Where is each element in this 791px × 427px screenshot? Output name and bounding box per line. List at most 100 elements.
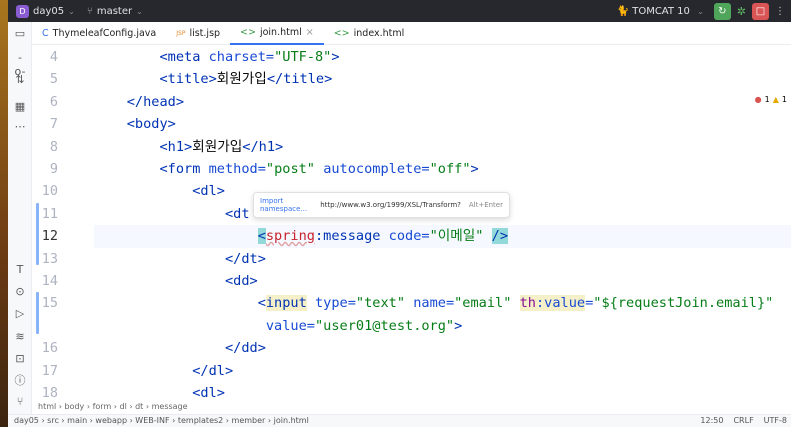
caret-position[interactable]: 12:50 (700, 415, 723, 427)
code-token: 회원가입 (216, 71, 267, 88)
error-count: 1 (764, 95, 770, 104)
tab-label: index.html (353, 28, 405, 39)
rerun-button[interactable]: ↻ (713, 2, 731, 20)
breadcrumb[interactable]: html › body › form › dl › dt › message (32, 400, 791, 414)
code-line[interactable]: value="user01@test.org"> (94, 315, 791, 337)
code-token: </title> (266, 71, 333, 88)
line-ending[interactable]: CRLF (733, 415, 753, 427)
warning-icon: ▲ (772, 95, 779, 104)
inspection-widget[interactable]: ● 1 ▲ 1 (755, 95, 787, 104)
code-token: <dd> (224, 273, 258, 289)
chevron-down-icon: ⌄ (68, 6, 75, 16)
structure-icon[interactable]: ▦ (13, 100, 27, 114)
code-token: "off" (429, 161, 471, 177)
desktop-background (0, 0, 8, 427)
commit-icon[interactable]: -o- (13, 51, 27, 78)
line-number: 17 (41, 362, 58, 379)
code-line[interactable]: </head> (94, 91, 791, 113)
run-icon[interactable]: ⊙ (13, 285, 27, 299)
code-token: <dl> (192, 385, 225, 400)
pull-requests-icon[interactable]: ⇅ (13, 73, 27, 87)
tab-label: list.jsp (189, 28, 221, 39)
tab-join-html[interactable]: <> join.html × (230, 22, 324, 45)
branch-selector[interactable]: ⑂ master ⌄ (87, 6, 147, 17)
html-icon: <> (240, 27, 256, 38)
tab-list-jsp[interactable]: JSP list.jsp (166, 22, 230, 45)
code-line[interactable]: <dd> (94, 270, 791, 292)
error-icon: ● (754, 95, 762, 104)
debug-button[interactable]: ✲ (737, 5, 746, 18)
git-icon[interactable]: ⑂ (13, 395, 27, 409)
code-token: :message (314, 228, 389, 245)
code-line[interactable]: </dl> (94, 360, 791, 382)
code-token: > (454, 317, 463, 334)
stop-button[interactable]: □ (752, 2, 769, 20)
code-token: "${requestJoin.email}" (593, 295, 774, 312)
code-token: autocomplete= (323, 161, 430, 177)
layers-icon[interactable]: ≋ (13, 330, 27, 344)
code-token: "email" (454, 295, 520, 312)
problems-icon[interactable]: ⓘ (13, 374, 27, 388)
code-token: "user01@test.org" (314, 317, 455, 334)
code-token: <dl> (192, 183, 225, 200)
chevron-down-icon: ⌄ (136, 6, 143, 16)
code-token: spring (265, 228, 315, 245)
code-token: charset= (208, 49, 275, 65)
code-line[interactable]: </dt> (94, 248, 791, 270)
run-config-name: TOMCAT 10 (632, 5, 690, 17)
code-token: </head> (126, 93, 185, 110)
code-token: input (265, 295, 307, 312)
code-line[interactable]: <h1>회원가입</h1> (94, 136, 791, 158)
terminal-icon[interactable]: ⊡ (13, 352, 27, 366)
build-icon[interactable]: T (13, 263, 27, 277)
run-config-selector[interactable]: 🐈 TOMCAT 10 ⌄ (617, 6, 708, 17)
namespace-url: http://www.w3.org/1999/XSL/Transform? (320, 201, 461, 209)
code-token: > (470, 161, 479, 177)
code-editor[interactable]: 4 5 6 7 8 9 10 11 12 13 14 15 16 17 18 <meta charset="… (32, 45, 791, 400)
tab-label: join.html (259, 27, 302, 38)
code-line[interactable]: <title>회원가입</title> (94, 68, 791, 90)
project-name: day05 (33, 5, 65, 17)
code-token: :value (535, 295, 586, 312)
code-area[interactable]: <meta charset="UTF-8"> <title>회원가입</titl… (94, 45, 791, 400)
file-encoding[interactable]: UTF-8 (764, 415, 787, 427)
line-number: 8 (49, 138, 58, 155)
import-namespace-popup: Import namespace... http://www.w3.org/19… (253, 192, 510, 218)
code-line[interactable]: <dl> (94, 382, 791, 400)
project-folder-icon[interactable]: ▭ (13, 27, 27, 41)
tab-thymeleafconfig[interactable]: C ThymeleafConfig.java (32, 22, 166, 45)
code-token: /> (491, 228, 509, 245)
code-line[interactable]: <input type="text" name="email" th:value… (94, 292, 791, 314)
line-number: 7 (49, 116, 58, 133)
code-token: </dl> (192, 362, 234, 379)
tab-index-html[interactable]: <> index.html (324, 22, 415, 45)
code-line[interactable]: <meta charset="UTF-8"> (94, 46, 791, 68)
import-namespace-action[interactable]: Import namespace... (260, 197, 312, 213)
project-selector[interactable]: D day05 ⌄ (16, 4, 79, 18)
code-line[interactable]: <form method="post" autocomplete="off"> (94, 158, 791, 180)
code-line[interactable]: </dd> (94, 337, 791, 359)
line-number: 13 (41, 250, 58, 267)
code-line[interactable]: <body> (94, 113, 791, 135)
file-path[interactable]: day05 › src › main › webapp › WEB-INF › … (14, 416, 309, 425)
line-number: 9 (49, 161, 58, 177)
code-line[interactable]: <spring:message code="이메일" /> (94, 225, 791, 248)
title-bar: D day05 ⌄ ⑂ master ⌄ 🐈 TOMCAT 10 ⌄ ↻ ✲ □… (8, 0, 791, 22)
code-token: value= (265, 317, 315, 334)
chevron-down-icon: ⌄ (697, 6, 704, 16)
services-icon[interactable]: ▷ (13, 307, 27, 321)
code-token: "text" (355, 295, 414, 312)
close-icon[interactable]: × (306, 27, 314, 38)
line-number: 5 (49, 71, 58, 88)
more-tools-icon[interactable]: ⋯ (13, 120, 27, 134)
more-icon[interactable]: ⋮ (775, 6, 785, 17)
